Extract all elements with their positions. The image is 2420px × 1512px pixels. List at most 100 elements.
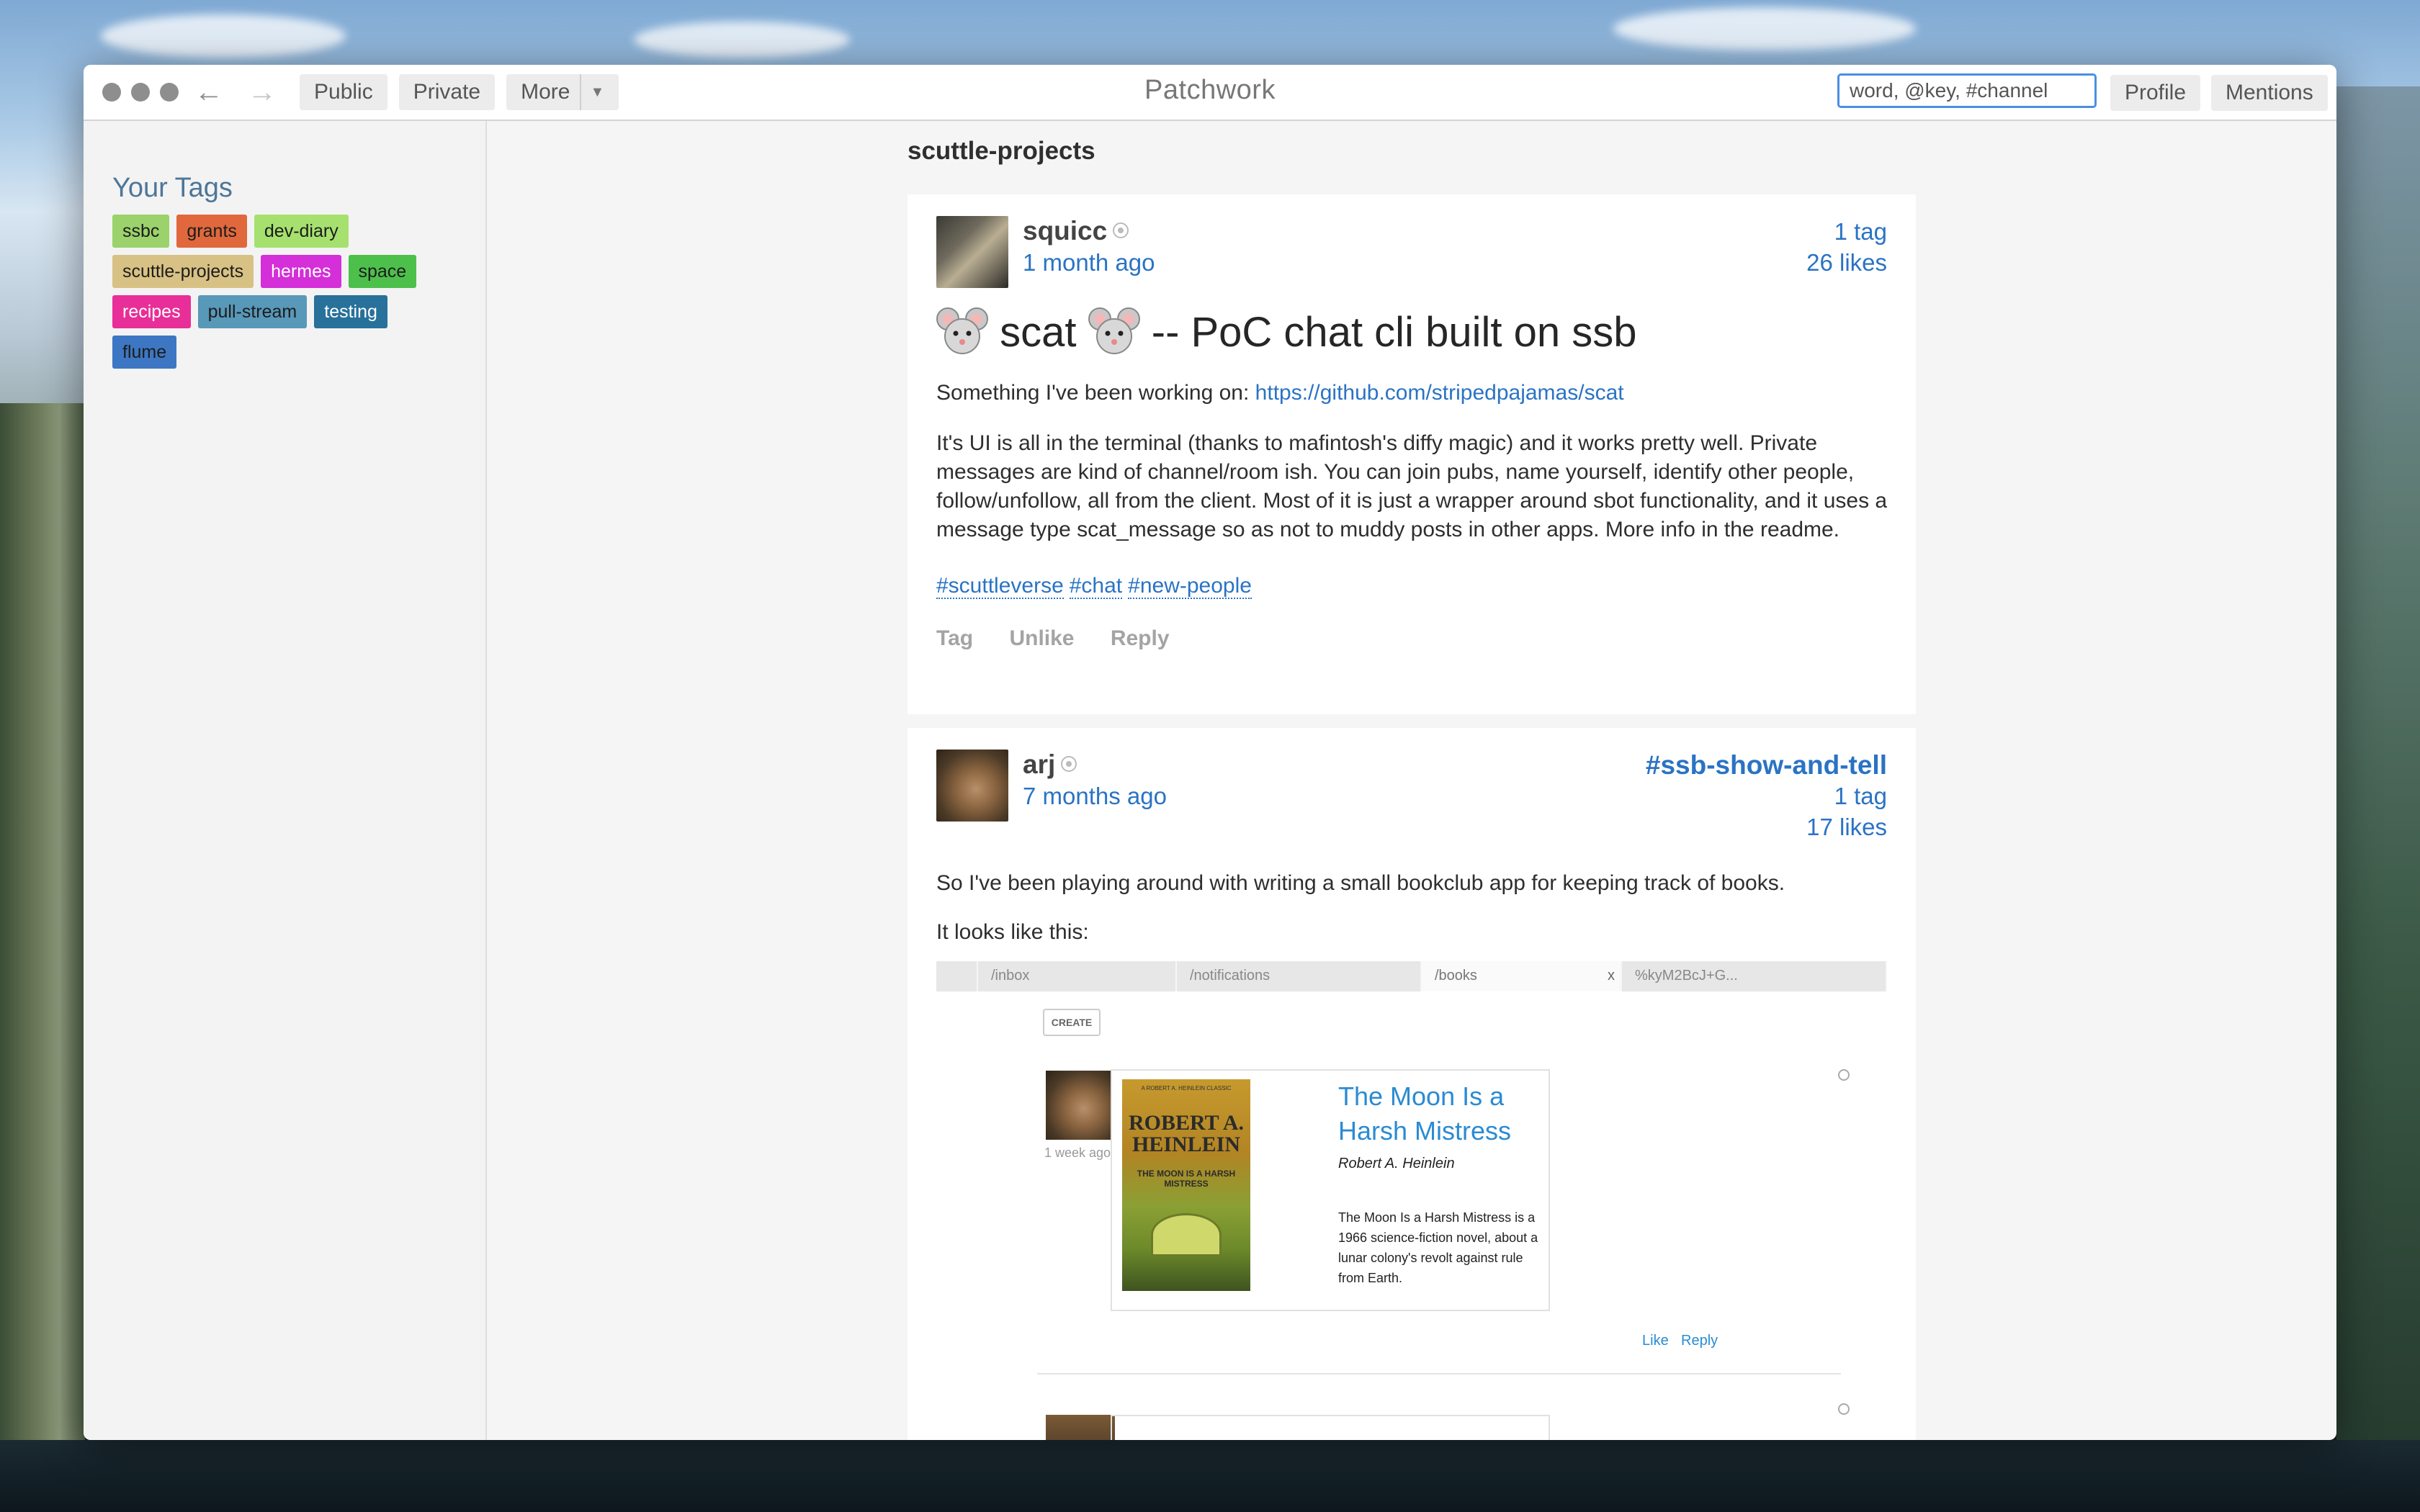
- book-title: The Moon Is a Harsh Mistress: [1338, 1081, 1512, 1146]
- post-body: It looks like this:: [936, 920, 1089, 944]
- tag-dev-diary[interactable]: dev-diary: [254, 215, 349, 248]
- more-button[interactable]: More ▼: [506, 74, 619, 110]
- private-button[interactable]: Private: [398, 74, 496, 110]
- close-window-button[interactable]: [102, 83, 121, 102]
- embedded-close-icon: x: [1608, 968, 1615, 984]
- verified-icon: [1113, 222, 1129, 239]
- embedded-avatar: [1046, 1071, 1115, 1140]
- embedded-tab-label: /books: [1435, 968, 1477, 984]
- post-timestamp[interactable]: 1 month ago: [1023, 249, 1155, 276]
- tag-ssbc[interactable]: ssbc: [112, 215, 170, 248]
- embedded-divider: [1037, 1373, 1841, 1374]
- verified-icon: [1061, 756, 1077, 773]
- author-name-text: squicc: [1023, 216, 1108, 246]
- author-name[interactable]: arj: [1023, 750, 1077, 780]
- book-cover-author: ROBERT A. HEINLEIN: [1128, 1111, 1245, 1156]
- mouse-face-icon: [936, 307, 988, 354]
- post-timestamp[interactable]: 7 months ago: [1023, 783, 1167, 810]
- embedded-timestamp: 1 week ago: [1044, 1146, 1111, 1160]
- zoom-window-button[interactable]: [160, 83, 179, 102]
- post-title: scat -- PoC chat cli built on ssb: [936, 307, 1637, 361]
- hashtag-row: #scuttleverse #chat #new-people: [936, 572, 1894, 600]
- desktop-mountain: [2336, 86, 2420, 1512]
- tag-recipes[interactable]: recipes: [112, 295, 191, 328]
- mentions-button[interactable]: Mentions: [2211, 75, 2328, 111]
- embedded-tab: %kyM2BcJ+G...: [1622, 961, 1887, 991]
- sidebar: Your Tags ssbc grants dev-diary scuttle-…: [84, 121, 487, 1440]
- tag-testing[interactable]: testing: [314, 295, 387, 328]
- embedded-create-button: CREATE: [1043, 1009, 1101, 1036]
- post-actions: Tag Unlike Reply: [936, 626, 1200, 651]
- channel-link[interactable]: #ssb-show-and-tell: [1646, 750, 1887, 780]
- likes-count-link[interactable]: 17 likes: [1646, 811, 1887, 842]
- embedded-tab: /inbox: [978, 961, 1177, 991]
- back-arrow-icon[interactable]: ←: [194, 78, 223, 107]
- forward-arrow-icon[interactable]: →: [248, 78, 277, 107]
- post-title-tail: -- PoC chat cli built on ssb: [1151, 309, 1637, 356]
- embedded-gear-icon: [1838, 1403, 1850, 1415]
- avatar[interactable]: [936, 216, 1008, 288]
- embedded-book-card: A ROBERT A. HEINLEIN CLASSIC ROBERT A. H…: [1111, 1069, 1550, 1311]
- post-title-word: scat: [1000, 309, 1077, 356]
- embedded-tab: /notifications: [1177, 961, 1422, 991]
- book-cover-title: THE MOON IS A HARSH MISTRESS: [1137, 1169, 1236, 1189]
- post-card: arj 7 months ago #ssb-show-and-tell 1 ta…: [908, 728, 1916, 1440]
- window-controls: [102, 83, 179, 102]
- tag-count-link[interactable]: 1 tag: [1646, 780, 1887, 811]
- app-title: Patchwork: [1144, 75, 1276, 105]
- tag-grants[interactable]: grants: [176, 215, 247, 248]
- more-label: More: [521, 80, 570, 104]
- post-body: It's UI is all in the terminal (thanks t…: [936, 431, 1888, 541]
- embedded-tab-spacer: [936, 961, 978, 991]
- desktop-cloud: [101, 14, 346, 58]
- book-description: The Moon Is a Harsh Mistress is a 1966 s…: [1338, 1210, 1538, 1285]
- profile-button[interactable]: Profile: [2110, 75, 2201, 111]
- embedded-gear-icon: [1838, 1069, 1850, 1081]
- book-cover-image: A ROBERT A. HEINLEIN CLASSIC ROBERT A. H…: [1122, 1079, 1250, 1291]
- main-feed: scuttle-projects squicc 1 month ago 1 ta…: [487, 121, 2336, 1440]
- github-link[interactable]: https://github.com/stripedpajamas/scat: [1255, 381, 1624, 405]
- unlike-button[interactable]: Unlike: [1009, 626, 1074, 650]
- tag-count-link[interactable]: 1 tag: [1806, 216, 1887, 247]
- desktop-cloud: [1613, 7, 1916, 50]
- app-window: ← → Public Private More ▼ Patchwork Prof…: [84, 65, 2336, 1440]
- avatar[interactable]: [936, 750, 1008, 822]
- tag-list: ssbc grants dev-diary scuttle-projects h…: [112, 215, 451, 369]
- tag-scuttle-projects[interactable]: scuttle-projects: [112, 255, 254, 288]
- hashtag-link[interactable]: #new-people: [1128, 574, 1252, 599]
- post-meta: 1 tag 26 likes: [1806, 216, 1887, 278]
- hashtag-link[interactable]: #chat: [1069, 574, 1123, 599]
- tag-flume[interactable]: flume: [112, 336, 177, 369]
- desktop-cloud: [634, 22, 850, 58]
- book-cover-tagline: A ROBERT A. HEINLEIN CLASSIC: [1141, 1085, 1232, 1092]
- hashtag-link[interactable]: #scuttleverse: [936, 574, 1064, 599]
- post-card: squicc 1 month ago 1 tag 26 likes scat -…: [908, 194, 1916, 714]
- post-meta: #ssb-show-and-tell 1 tag 17 likes: [1646, 750, 1887, 842]
- reply-button[interactable]: Reply: [1111, 626, 1170, 650]
- embedded-like-link: Like: [1642, 1333, 1669, 1349]
- tag-space[interactable]: space: [348, 255, 417, 288]
- desktop-cliff: [0, 403, 85, 1512]
- your-tags-heading: Your Tags: [112, 173, 233, 203]
- desktop-water: [0, 1440, 2420, 1512]
- author-name[interactable]: squicc: [1023, 216, 1129, 246]
- author-name-text: arj: [1023, 750, 1056, 779]
- embedded-book-card: [1111, 1415, 1550, 1440]
- embedded-tab-active: /books x: [1422, 961, 1622, 991]
- channel-title: scuttle-projects: [908, 137, 1095, 165]
- embedded-avatar: [1046, 1415, 1115, 1440]
- mouse-face-icon: [1088, 307, 1140, 354]
- tag-hermes[interactable]: hermes: [261, 255, 341, 288]
- tag-button[interactable]: Tag: [936, 626, 973, 650]
- public-button[interactable]: Public: [300, 74, 387, 110]
- search-input[interactable]: [1837, 73, 2097, 108]
- embedded-reply-link: Reply: [1681, 1333, 1718, 1349]
- caret-down-icon[interactable]: ▼: [580, 74, 604, 110]
- minimize-window-button[interactable]: [131, 83, 150, 102]
- post-intro: Something I've been working on: https://…: [936, 379, 1894, 408]
- toolbar: ← → Public Private More ▼ Patchwork Prof…: [84, 65, 2336, 121]
- embedded-tab-bar: /inbox /notifications /books x %kyM2BcJ+…: [936, 961, 1887, 991]
- book-author: Robert A. Heinlein: [1338, 1156, 1455, 1171]
- likes-count-link[interactable]: 26 likes: [1806, 247, 1887, 278]
- tag-pull-stream[interactable]: pull-stream: [197, 295, 308, 328]
